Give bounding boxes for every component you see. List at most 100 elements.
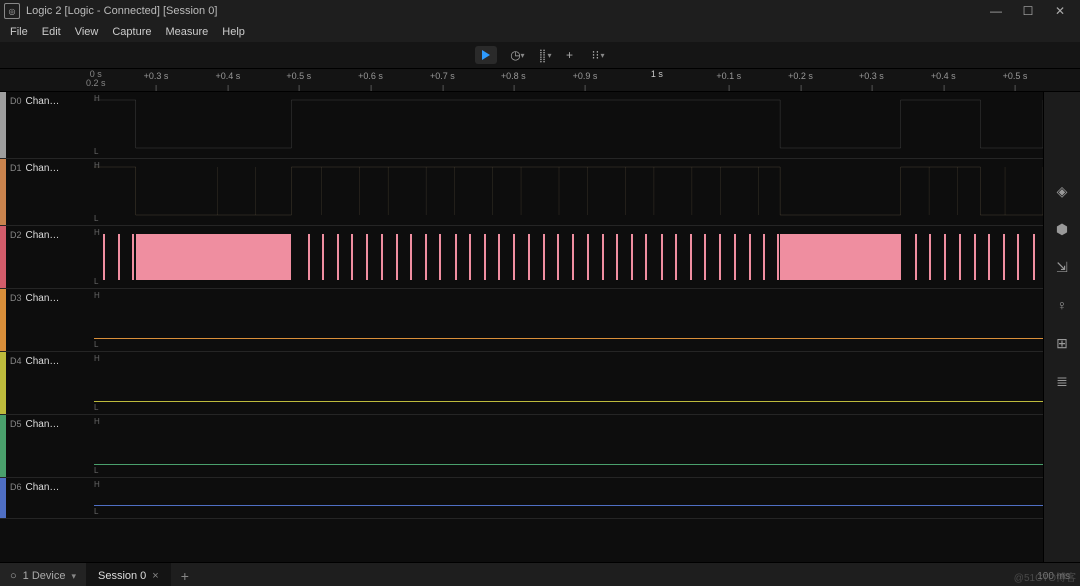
close-button[interactable]: ✕ xyxy=(1044,0,1076,22)
flat-trace xyxy=(94,338,1043,339)
add-tab-button[interactable]: + xyxy=(171,568,199,584)
channel-d1[interactable]: D1 Chan… HL xyxy=(0,159,1043,226)
channel-name: Chan… xyxy=(26,293,60,304)
flat-trace xyxy=(94,464,1043,465)
channel-id: D5 xyxy=(10,419,22,429)
flat-trace xyxy=(94,401,1043,402)
layers-icon[interactable]: ◈ xyxy=(1053,182,1071,200)
level-high: H xyxy=(94,480,100,489)
channel-name: Chan… xyxy=(26,356,60,367)
capture-toolbar: ◷▾ ⸽⸽▾ + ⁝⁝▾ xyxy=(0,42,1080,69)
side-panel: ◈ ⬢ ⇲ ♀ ⊞ ≣ xyxy=(1043,92,1080,562)
close-tab-icon[interactable]: × xyxy=(152,570,158,582)
level-high: H xyxy=(94,228,100,237)
tick: +0.1 s xyxy=(716,71,741,81)
tick: +0.2 s xyxy=(788,71,813,81)
tab-label: Session 0 xyxy=(98,570,146,582)
channel-id: D2 xyxy=(10,230,22,240)
device-selector[interactable]: ○ 1 Device ▾ xyxy=(0,563,86,586)
watermark: @51CTO博客 xyxy=(1014,569,1076,584)
menubar: FileEditViewCaptureMeasureHelp xyxy=(0,22,1080,42)
tick: +0.4 s xyxy=(215,71,240,81)
menu-edit[interactable]: Edit xyxy=(36,24,67,40)
statusbar: ○ 1 Device ▾ Session 0 × + 100 ms xyxy=(0,562,1080,586)
flat-trace xyxy=(94,505,1043,506)
burst-block xyxy=(780,234,901,280)
timeline-ruler[interactable]: 0 s 0.2 s +0.3 s+0.4 s+0.5 s+0.6 s+0.7 s… xyxy=(0,69,1080,92)
session-tabs: Session 0 × + xyxy=(86,563,199,586)
channel-name: Chan… xyxy=(26,230,60,241)
channel-label[interactable]: D3 Chan… xyxy=(6,289,94,351)
grid-icon[interactable]: ⊞ xyxy=(1053,334,1071,352)
trigger-menu[interactable]: ⸽⸽▾ xyxy=(534,47,551,63)
channel-label[interactable]: D6 Chan… xyxy=(6,478,94,518)
channel-label[interactable]: D0 Chan… xyxy=(6,92,94,158)
tick: +0.6 s xyxy=(358,71,383,81)
menu-help[interactable]: Help xyxy=(216,24,251,40)
channel-id: D4 xyxy=(10,356,22,366)
channel-label[interactable]: D4 Chan… xyxy=(6,352,94,414)
channel-d3[interactable]: D3 Chan… HL xyxy=(0,289,1043,352)
tick: +0.5 s xyxy=(286,71,311,81)
level-low: L xyxy=(94,340,98,349)
play-button[interactable] xyxy=(475,46,497,64)
notes-icon[interactable]: ≣ xyxy=(1053,372,1071,390)
tick: +0.8 s xyxy=(501,71,526,81)
tab-session-0[interactable]: Session 0 × xyxy=(86,563,171,586)
tick: +0.9 s xyxy=(573,71,598,81)
bulb-icon[interactable]: ♀ xyxy=(1053,296,1071,314)
channel-plot[interactable]: HL xyxy=(94,352,1043,414)
level-low: L xyxy=(94,277,98,286)
channel-plot[interactable]: HL xyxy=(94,92,1043,158)
level-high: H xyxy=(94,417,100,426)
channel-id: D0 xyxy=(10,96,22,106)
chevron-down-icon: ▾ xyxy=(71,571,76,582)
burst-block xyxy=(136,234,292,280)
titlebar: ◎ Logic 2 [Logic - Connected] [Session 0… xyxy=(0,0,1080,22)
device-icon: ○ xyxy=(10,570,17,582)
channel-d6[interactable]: D6Chan…HL xyxy=(0,478,1043,519)
channel-name: Chan… xyxy=(26,482,60,493)
channel-d4[interactable]: D4Chan…HL xyxy=(0,352,1043,415)
maximize-button[interactable]: ☐ xyxy=(1012,0,1044,22)
channel-name: Chan… xyxy=(26,96,60,107)
channel-id: D1 xyxy=(10,163,22,173)
channel-id: D3 xyxy=(10,293,22,303)
channel-name: Chan… xyxy=(26,163,60,174)
tick: +0.7 s xyxy=(430,71,455,81)
channel-name: Chan… xyxy=(26,419,60,430)
level-low: L xyxy=(94,466,98,475)
channel-d0[interactable]: D0 Chan… HL xyxy=(0,92,1043,159)
channel-id: D6 xyxy=(10,482,22,492)
channel-label[interactable]: D5 Chan… xyxy=(6,415,94,477)
level-high: H xyxy=(94,354,100,363)
add-button[interactable]: + xyxy=(562,47,578,63)
channel-d5[interactable]: D5Chan…HL xyxy=(0,415,1043,478)
channel-plot[interactable]: HL xyxy=(94,159,1043,225)
window-title: Logic 2 [Logic - Connected] [Session 0] xyxy=(26,5,217,17)
channel-plot[interactable]: HL xyxy=(94,478,1043,518)
timer-menu[interactable]: ◷▾ xyxy=(507,47,524,63)
menu-measure[interactable]: Measure xyxy=(160,24,215,40)
tick: +0.3 s xyxy=(144,71,169,81)
tick: +0.4 s xyxy=(931,71,956,81)
seconds-marker: 1 s xyxy=(651,69,663,79)
channel-label[interactable]: D2 Chan… xyxy=(6,226,94,288)
tick: +0.5 s xyxy=(1003,71,1028,81)
tune-icon[interactable]: ⇲ xyxy=(1053,258,1071,276)
options-menu[interactable]: ⁝⁝▾ xyxy=(588,47,605,63)
channel-area[interactable]: D0Chan…HLD1Chan…HLD2Chan…HLD3Chan…HLD4Ch… xyxy=(0,92,1043,562)
minimize-button[interactable]: — xyxy=(980,0,1012,22)
level-low: L xyxy=(94,403,98,412)
menu-file[interactable]: File xyxy=(4,24,34,40)
workspace: D0Chan…HLD1Chan…HLD2Chan…HLD3Chan…HLD4Ch… xyxy=(0,92,1080,562)
channel-d2[interactable]: D2Chan…HL xyxy=(0,226,1043,289)
channel-plot[interactable]: HL xyxy=(94,226,1043,288)
level-low: L xyxy=(94,507,98,516)
hex-icon[interactable]: ⬢ xyxy=(1053,220,1071,238)
channel-label[interactable]: D1 Chan… xyxy=(6,159,94,225)
menu-view[interactable]: View xyxy=(69,24,105,40)
channel-plot[interactable]: HL xyxy=(94,415,1043,477)
channel-plot[interactable]: HL xyxy=(94,289,1043,351)
menu-capture[interactable]: Capture xyxy=(106,24,157,40)
